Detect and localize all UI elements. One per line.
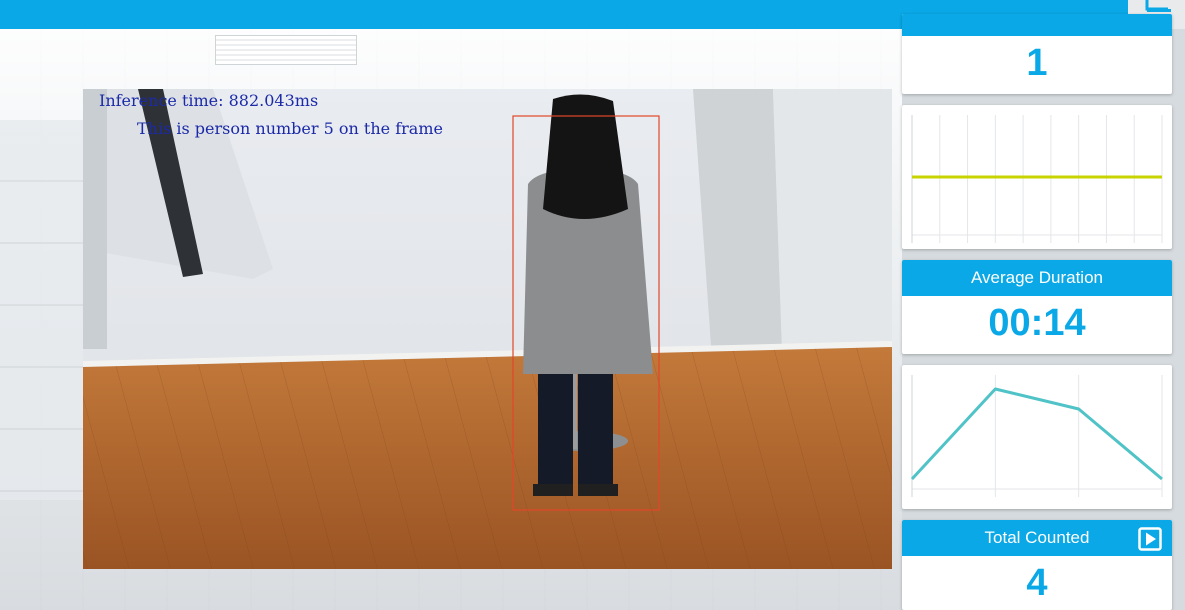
average-duration-title: Average Duration	[971, 268, 1103, 287]
current-count-chart	[911, 115, 1163, 243]
duration-chart-panel	[902, 365, 1172, 509]
duration-chart	[910, 375, 1163, 497]
current-count-header	[902, 14, 1172, 36]
series-line	[910, 387, 1163, 481]
current-count-value: 1	[1026, 42, 1048, 84]
average-duration-header: Average Duration	[902, 260, 1172, 296]
video-frame: Inference time: 882.043ms This is person…	[83, 89, 892, 569]
total-counted-value: 4	[1026, 562, 1048, 604]
average-duration-value: 00:14	[988, 302, 1086, 344]
window-background	[0, 120, 83, 500]
video-scene	[83, 89, 892, 569]
person-number-label: This is person number 5 on the frame	[137, 119, 443, 138]
total-counted-title: Total Counted	[984, 528, 1090, 547]
play-icon[interactable]	[1138, 527, 1162, 551]
ceiling-vent	[215, 35, 357, 65]
total-counted-header: Total Counted	[902, 520, 1172, 556]
inference-time-label: Inference time: 882.043ms	[99, 91, 319, 110]
current-count-chart-panel	[902, 105, 1172, 249]
average-duration-panel: Average Duration 00:14	[902, 260, 1172, 354]
current-count-panel: 1	[902, 14, 1172, 94]
screen-icon	[1145, 0, 1171, 12]
total-counted-panel: Total Counted 4	[902, 520, 1172, 610]
